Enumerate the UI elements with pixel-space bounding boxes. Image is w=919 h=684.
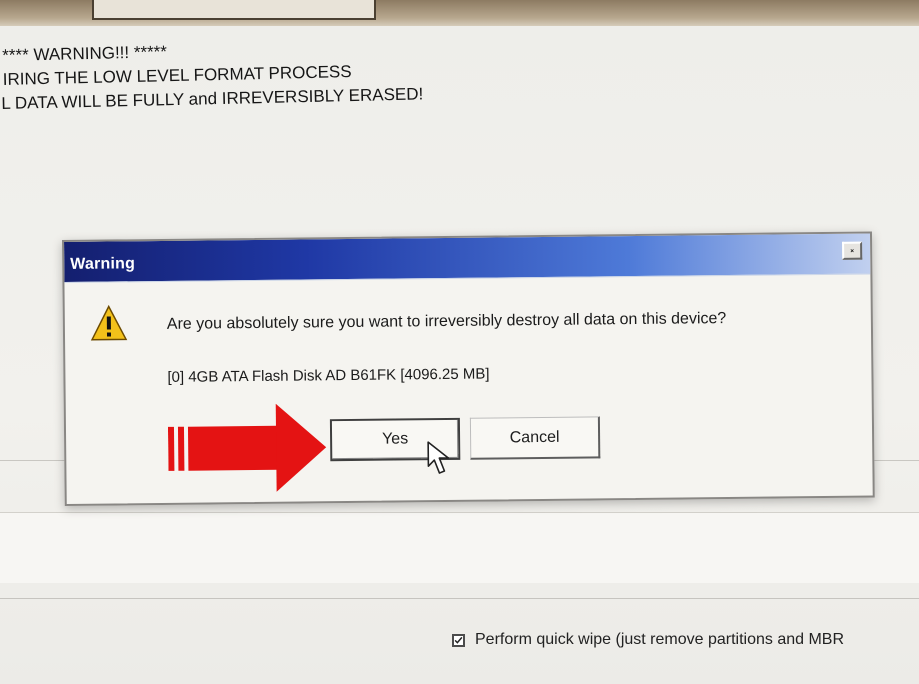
dialog-title: Warning xyxy=(70,255,136,273)
close-icon xyxy=(850,249,854,253)
quick-wipe-checkbox[interactable] xyxy=(452,633,465,647)
quick-wipe-label: Perform quick wipe (just remove partitio… xyxy=(475,631,845,648)
checkmark-icon xyxy=(454,636,463,644)
quick-wipe-option[interactable]: Perform quick wipe (just remove partitio… xyxy=(452,631,844,649)
cancel-button[interactable]: Cancel xyxy=(469,416,601,460)
background-panel xyxy=(0,512,919,583)
background-window-frame xyxy=(92,0,376,20)
warning-dialog: Warning Are you absolutely sure you want… xyxy=(62,231,875,506)
low-level-format-warning: **** WARNING!!! ***** IRING THE LOW LEVE… xyxy=(0,30,601,116)
cursor-icon xyxy=(427,441,450,474)
confirmation-message: Are you absolutely sure you want to irre… xyxy=(166,310,727,333)
arrow-icon xyxy=(167,403,327,492)
dialog-titlebar[interactable]: Warning xyxy=(64,233,871,283)
close-button[interactable] xyxy=(842,241,863,260)
warning-icon xyxy=(90,304,128,341)
device-info: [0] 4GB ATA Flash Disk AD B61FK [4096.25… xyxy=(167,365,490,386)
background-divider-2 xyxy=(0,598,919,599)
